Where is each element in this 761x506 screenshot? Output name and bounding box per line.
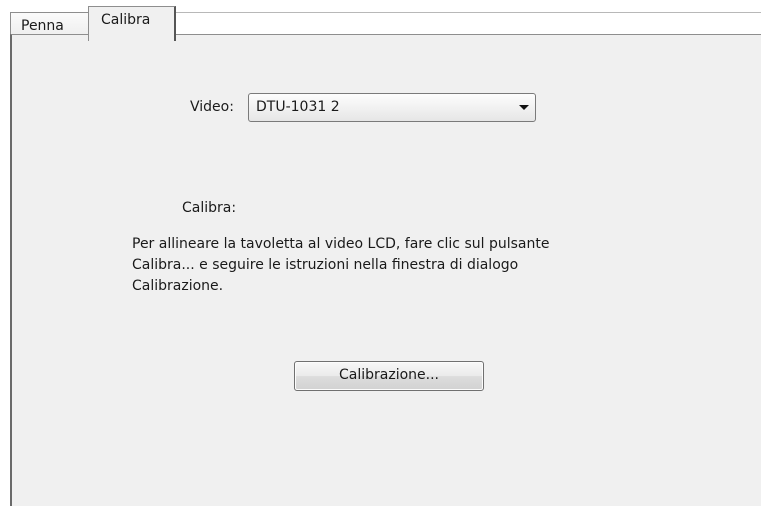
calibra-panel: Video: DTU-1031 2 Calibra: Per allineare… — [10, 34, 761, 506]
video-label: Video: — [190, 99, 234, 115]
calibration-instructions: Per allineare la tavoletta al video LCD,… — [132, 236, 550, 294]
video-dropdown[interactable]: DTU-1031 2 — [248, 93, 536, 122]
calibra-heading: Calibra: — [182, 200, 237, 216]
tablet-properties-window: Penna Calibra Video: DTU-1031 2 Calibra:… — [0, 0, 761, 506]
chevron-down-icon — [519, 105, 529, 110]
calibrate-button[interactable]: Calibrazione... — [294, 361, 484, 391]
tab-strip-divider — [176, 12, 761, 13]
video-dropdown-value: DTU-1031 2 — [256, 99, 340, 115]
tab-calibra[interactable]: Calibra — [88, 6, 176, 41]
